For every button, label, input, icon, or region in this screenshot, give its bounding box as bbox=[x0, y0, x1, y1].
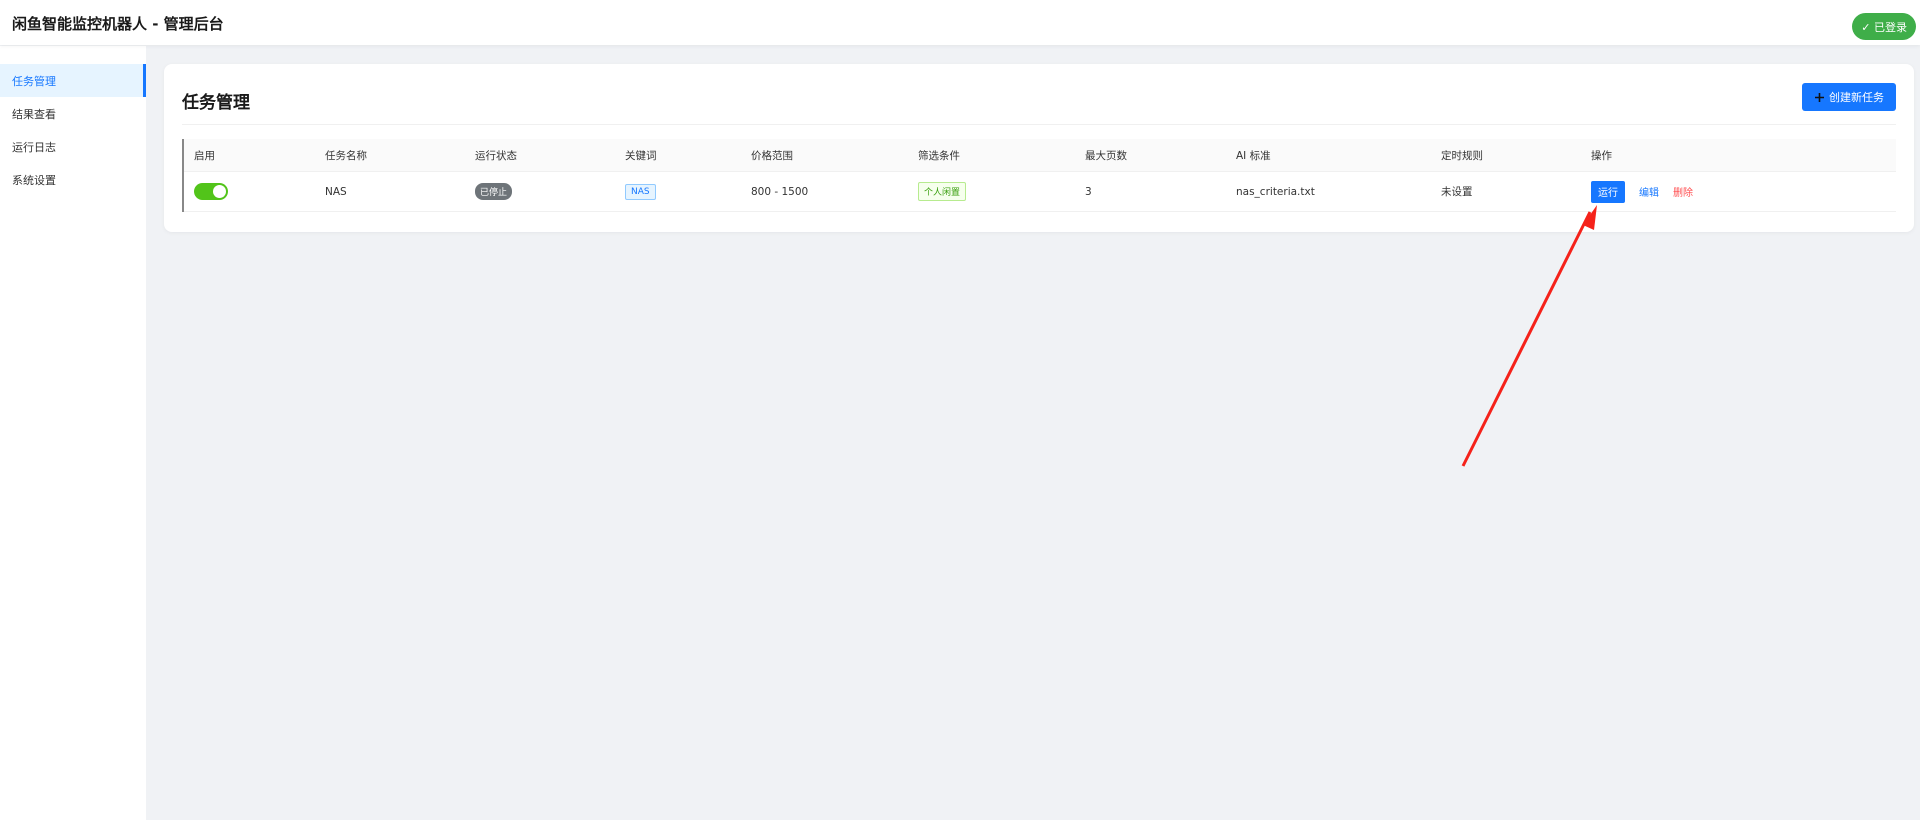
ai-criteria: nas_criteria.txt bbox=[1236, 185, 1315, 198]
col-keyword: 关键词 bbox=[625, 149, 657, 162]
table-row: NAS 已停止 NAS 800 - 1500 个人闲置 3 nas_criter… bbox=[184, 172, 1896, 212]
delete-link[interactable]: 删除 bbox=[1673, 184, 1693, 199]
status-cell: 已停止 bbox=[475, 172, 513, 211]
divider bbox=[182, 124, 1896, 125]
col-filter: 筛选条件 bbox=[918, 149, 960, 162]
schedule: 未设置 bbox=[1441, 186, 1473, 198]
keyword-cell: NAS bbox=[625, 172, 656, 211]
keyword-tag: NAS bbox=[625, 183, 656, 200]
arrow-line bbox=[1461, 211, 1592, 467]
col-ai-criteria: AI 标准 bbox=[1236, 149, 1271, 162]
create-task-button[interactable]: 创建新任务 bbox=[1802, 83, 1896, 111]
sidebar: 任务管理 结果查看 运行日志 系统设置 bbox=[0, 46, 146, 820]
app-title: 闲鱼智能监控机器人 - 管理后台 bbox=[12, 15, 224, 33]
enable-toggle[interactable] bbox=[194, 183, 228, 200]
sidebar-item-tasks[interactable]: 任务管理 bbox=[0, 64, 146, 97]
top-header: 闲鱼智能监控机器人 - 管理后台 ✓ 已登录 bbox=[0, 0, 1920, 45]
run-button[interactable]: 运行 bbox=[1591, 180, 1625, 203]
sidebar-item-settings[interactable]: 系统设置 bbox=[0, 163, 146, 196]
edit-link[interactable]: 编辑 bbox=[1639, 184, 1659, 199]
page-title: 任务管理 bbox=[182, 93, 250, 113]
max-pages: 3 bbox=[1085, 185, 1092, 198]
col-schedule: 定时规则 bbox=[1441, 149, 1483, 162]
plus-icon bbox=[1815, 92, 1824, 102]
create-task-label: 创建新任务 bbox=[1829, 91, 1884, 104]
login-status-badge[interactable]: ✓ 已登录 bbox=[1852, 13, 1916, 40]
col-name: 任务名称 bbox=[325, 149, 367, 162]
col-actions: 操作 bbox=[1591, 149, 1612, 162]
task-table: 启用 任务名称 运行状态 关键词 价格范围 筛选条件 最大页数 AI 标准 定时… bbox=[182, 139, 1896, 212]
actions-cell: 运行 编辑 删除 bbox=[1591, 172, 1693, 211]
table-header: 启用 任务名称 运行状态 关键词 价格范围 筛选条件 最大页数 AI 标准 定时… bbox=[184, 139, 1896, 172]
filter-tag: 个人闲置 bbox=[918, 182, 967, 201]
price-range: 800 - 1500 bbox=[751, 185, 809, 198]
status-badge: 已停止 bbox=[475, 183, 513, 200]
filter-cell: 个人闲置 bbox=[918, 172, 967, 211]
toggle-knob bbox=[213, 185, 226, 198]
col-status: 运行状态 bbox=[475, 149, 517, 162]
col-max-pages: 最大页数 bbox=[1085, 149, 1127, 162]
col-enabled: 启用 bbox=[194, 149, 215, 162]
task-name: NAS bbox=[325, 185, 347, 198]
task-management-card: 任务管理 创建新任务 启用 任务名称 运行状态 关键词 价格范围 筛选条件 最大… bbox=[164, 64, 1914, 232]
sidebar-item-results[interactable]: 结果查看 bbox=[0, 97, 146, 130]
sidebar-item-logs[interactable]: 运行日志 bbox=[0, 130, 146, 163]
col-price: 价格范围 bbox=[751, 149, 793, 162]
enabled-cell bbox=[194, 172, 228, 211]
